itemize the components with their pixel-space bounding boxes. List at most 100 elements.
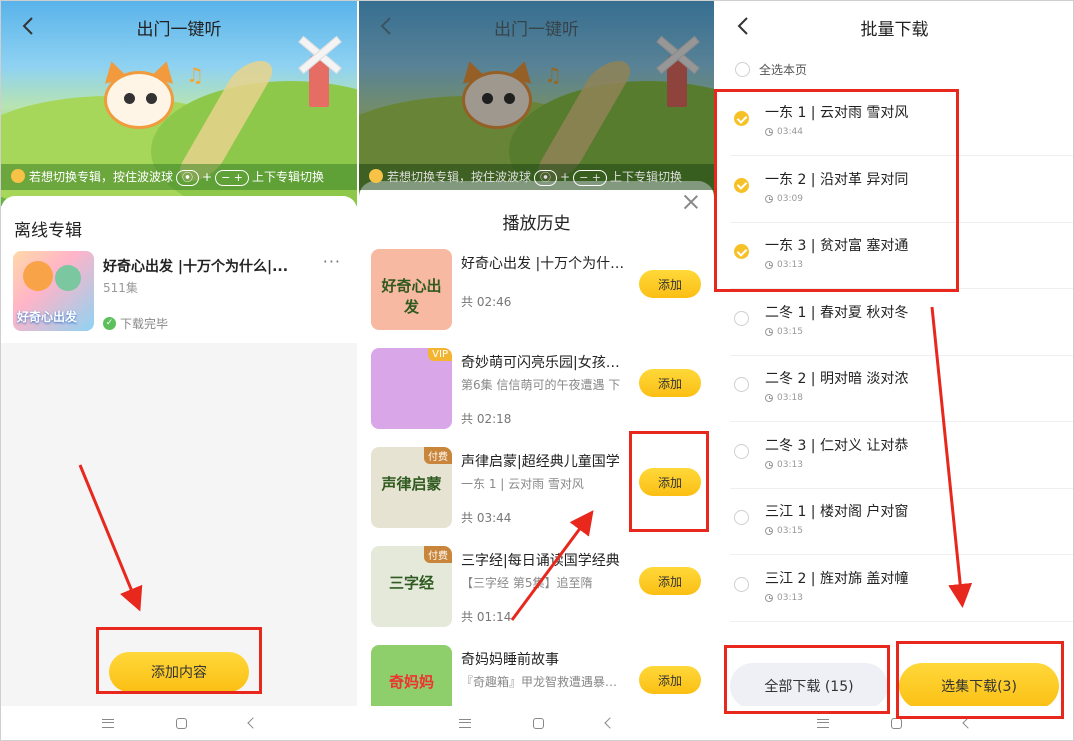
episode-row[interactable]: 二冬 1 | 春对夏 秋对冬 03:15 (730, 290, 1073, 356)
episode-title: 二冬 3 | 仁对义 让对恭 (765, 437, 909, 454)
episode-checkbox[interactable] (734, 310, 749, 326)
episode-row[interactable]: 三江 1 | 楼对阁 户对窗 03:15 (730, 489, 1073, 555)
episode-checkbox[interactable] (734, 111, 749, 126)
cover-text: 三字经 (388, 574, 434, 592)
album-tag-badge: 付费 (424, 546, 452, 563)
history-item[interactable]: 付费 三字经 三字经|每日诵读国学经典 【三字经 第5集】追至隋共 01:14 添加 (359, 546, 714, 636)
page-title: 出门一键听 (494, 20, 579, 40)
episode-duration: 03:09 (765, 194, 803, 204)
episode-checkbox[interactable] (734, 377, 749, 392)
system-nav-bar (359, 706, 714, 740)
clock-icon (765, 593, 773, 602)
episode-checkbox[interactable] (734, 510, 749, 525)
clock-icon (765, 327, 773, 336)
menu-icon[interactable] (459, 718, 471, 728)
download-selected-button[interactable]: 选集下载(3) (899, 663, 1059, 709)
menu-icon[interactable] (817, 718, 829, 728)
more-icon[interactable]: ··· (323, 252, 341, 271)
episode-row[interactable]: 二冬 2 | 明对暗 淡对浓 03:18 (730, 356, 1073, 422)
clock-icon (765, 527, 773, 535)
system-nav-bar (716, 706, 1073, 740)
add-button[interactable]: 添加 (639, 666, 701, 694)
add-button[interactable]: 添加 (639, 567, 701, 595)
home-icon[interactable] (891, 717, 902, 729)
add-button[interactable]: 添加 (639, 270, 701, 298)
episode-checkbox[interactable] (734, 177, 749, 193)
back-nav-icon[interactable] (246, 717, 259, 729)
select-all-radio[interactable] (735, 62, 750, 77)
history-duration: 共 02:46 (461, 295, 512, 309)
history-item[interactable]: 付费 声律启蒙 声律启蒙|超经典儿童国学 一东 1 | 云对雨 雪对风共 03:44 添… (359, 447, 714, 537)
clock-icon (765, 394, 773, 402)
cover-text: 奇妈妈 (388, 673, 434, 691)
history-title: 奇妙萌可闪亮乐园|女孩… (461, 355, 620, 371)
album-title[interactable]: 好奇心出发 |十万个为什么|... (103, 256, 293, 276)
history-item[interactable]: 好奇心出发 好奇心出发 |十万个为什… 共 02:46 添加 (359, 249, 714, 339)
home-icon[interactable] (175, 717, 187, 729)
episode-duration: 03:13 (765, 593, 803, 603)
back-nav-icon[interactable] (604, 717, 616, 729)
switch-tip: 若想切换专辑，按住波波球 ⦿ + − + 上下专辑切换 (359, 164, 714, 190)
episode-row[interactable]: 一东 3 | 贫对富 塞对通 03:13 (730, 223, 1073, 289)
cover-text: 好奇心出发 (381, 277, 442, 316)
episode-duration: 03:13 (765, 460, 803, 470)
clock-icon (765, 261, 773, 269)
album-cover[interactable]: 好奇心出发 (371, 249, 452, 330)
episode-duration: 03:15 (765, 327, 803, 337)
album-cover[interactable]: VIP (371, 348, 452, 429)
history-title: 好奇心出发 |十万个为什… (461, 256, 625, 272)
back-icon[interactable] (730, 13, 756, 39)
album-cover[interactable]: 付费三字经 (371, 546, 452, 627)
history-title: 三字经|每日诵读国学经典 (461, 553, 620, 569)
check-circle-icon: ✓ (103, 317, 116, 330)
mascot-face-icon (11, 169, 25, 183)
episode-title: 二冬 1 | 春对夏 秋对冬 (765, 304, 909, 321)
episode-duration: 03:13 (765, 260, 803, 270)
episode-checkbox[interactable] (734, 244, 749, 259)
offline-screen: ♫ 出门一键听 若想切换专辑，按住波波球 ⦿ + − + 上下专辑切换 离线专辑 好奇心… (1, 1, 357, 740)
menu-icon[interactable] (101, 718, 114, 728)
back-nav-icon[interactable] (962, 717, 974, 729)
episode-row[interactable]: 一东 1 | 云对雨 雪对风 03:44 (730, 90, 1073, 156)
episode-row[interactable]: 三江 2 | 旌对旆 盖对幢 03:13 (730, 556, 1073, 622)
episode-checkbox[interactable] (734, 576, 749, 592)
add-content-button[interactable]: 添加内容 (109, 652, 249, 692)
history-duration: 共 02:18 (461, 412, 512, 426)
page-title: 批量下载 (860, 20, 929, 40)
page-title: 出门一键听 (136, 20, 222, 40)
episode-title: 三江 2 | 旌对旆 盖对幢 (765, 570, 909, 587)
music-note-icon: ♫ (186, 63, 204, 87)
windmill-illustration (293, 29, 347, 109)
add-button[interactable]: 添加 (639, 369, 701, 397)
history-title: 声律启蒙|超经典儿童国学 (461, 454, 620, 470)
episode-title: 二冬 2 | 明对暗 淡对浓 (765, 371, 909, 387)
offline-album-section: 离线专辑 好奇心出发 好奇心出发 |十万个为什么|... 511集 ✓ 下载完毕… (1, 196, 357, 343)
clock-icon (765, 128, 773, 136)
episode-checkbox[interactable] (734, 443, 749, 459)
history-item[interactable]: VIP 奇妙萌可闪亮乐园|女孩… 第6集 信信萌可的午夜遭遇 下共 02:18 添加 (359, 348, 714, 438)
download-status: ✓ 下载完毕 (103, 315, 168, 332)
clock-icon (765, 194, 773, 203)
back-icon[interactable] (15, 13, 41, 39)
select-all-toggle[interactable]: 全选本页 (735, 61, 807, 78)
home-icon[interactable] (533, 717, 544, 729)
back-icon[interactable] (373, 13, 399, 39)
history-subtitle: 第6集 信信萌可的午夜遭遇 下 (461, 378, 621, 392)
episode-row[interactable]: 二冬 3 | 仁对义 让对恭 03:13 (730, 423, 1073, 489)
episode-title: 一东 3 | 贫对富 塞对通 (765, 238, 909, 254)
episode-title: 一东 1 | 云对雨 雪对风 (765, 105, 909, 121)
add-button[interactable]: 添加 (639, 468, 701, 496)
album-cover[interactable]: 付费 声律启蒙 (371, 447, 452, 528)
download-all-button[interactable]: 全部下载 (15) (730, 663, 888, 709)
episode-duration: 03:18 (765, 393, 803, 403)
episode-row[interactable]: 一东 2 | 沿对革 异对同 03:09 (730, 157, 1073, 223)
history-subtitle: 【三字经 第5集】追至隋 (461, 576, 593, 590)
close-icon[interactable] (683, 194, 699, 210)
history-duration: 共 03:44 (461, 511, 512, 525)
episode-title: 一东 2 | 沿对革 异对同 (765, 171, 909, 188)
history-screen: ♫ 出门一键听 若想切换专辑，按住波波球 ⦿ + − + 上下专辑切换 播放历史 好奇心… (359, 1, 714, 740)
switch-tip: 若想切换专辑，按住波波球 ⦿ + − + 上下专辑切换 (1, 164, 357, 190)
album-cover[interactable]: 好奇心出发 (13, 251, 94, 331)
system-nav-bar (1, 706, 357, 740)
history-title: 奇妈妈睡前故事 (461, 652, 559, 668)
